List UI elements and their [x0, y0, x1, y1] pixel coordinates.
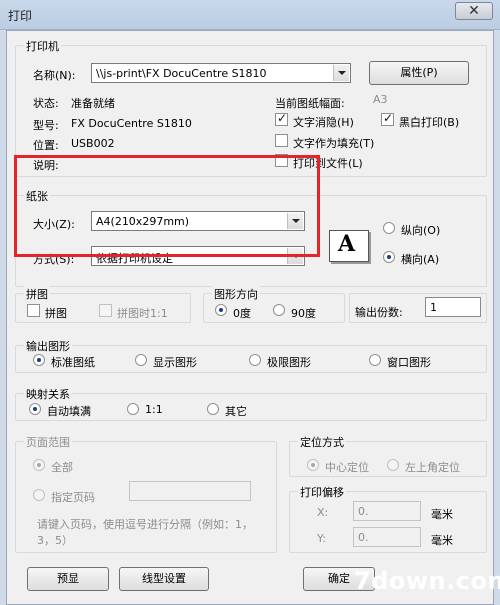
position-topleft-radio[interactable]: [387, 459, 399, 471]
tile-ratio-checkbox[interactable]: [99, 304, 112, 317]
position-topleft-label: 左上角定位: [405, 461, 460, 474]
chevron-down-icon[interactable]: [333, 65, 349, 81]
paper-size-value: A3: [373, 93, 388, 106]
output-standard-radio[interactable]: [33, 354, 45, 366]
mapping-autofill-radio[interactable]: [29, 403, 41, 415]
output-group-label: 输出图形: [24, 338, 72, 354]
preview-button[interactable]: 预显: [27, 567, 109, 591]
dialog-body: 打印机 名称(N): \\js-print\FX DocuCentre S181…: [6, 30, 494, 605]
page-range-input[interactable]: [129, 481, 251, 501]
printer-name-select[interactable]: \\js-print\FX DocuCentre S1810: [91, 63, 351, 83]
portrait-radio[interactable]: [383, 222, 395, 234]
position-center-radio[interactable]: [307, 459, 319, 471]
bw-print-checkbox[interactable]: [381, 111, 394, 126]
line-settings-button[interactable]: 线型设置: [119, 567, 209, 591]
page-range-all-radio[interactable]: [33, 459, 45, 471]
page-range-specific-radio[interactable]: [33, 489, 45, 501]
text-hidden-checkbox[interactable]: [275, 111, 288, 126]
copies-input[interactable]: 1: [425, 297, 481, 317]
window-title: 打印: [8, 9, 33, 23]
mapping-autofill-label: 自动填满: [47, 405, 91, 418]
position-center-label: 中心定位: [325, 461, 369, 474]
copies-value: 1: [430, 301, 437, 314]
location-label: 位置:: [33, 139, 59, 152]
text-fill-label: 文字作为填充(T): [293, 137, 375, 150]
page-range-specific-label: 指定页码: [51, 491, 95, 504]
close-button[interactable]: ✕: [455, 2, 493, 20]
offset-x-value: 0.: [358, 505, 369, 518]
mapping-other-radio[interactable]: [207, 403, 219, 415]
orientation-preview-icon: A: [329, 230, 369, 262]
printer-name-value: \\js-print\FX DocuCentre S1810: [96, 67, 267, 80]
offset-group-label: 打印偏移: [298, 484, 346, 500]
output-window-radio[interactable]: [369, 354, 381, 366]
deg0-label: 0度: [233, 307, 251, 320]
mapping-1to1-radio[interactable]: [127, 403, 139, 415]
printer-group-label: 打印机: [24, 38, 61, 54]
tile-label: 拼图: [45, 307, 67, 320]
offset-y-input[interactable]: 0.: [353, 527, 421, 547]
mapping-group-label: 映射关系: [24, 386, 72, 402]
text-hidden-label: 文字消隐(H): [293, 116, 354, 129]
properties-button[interactable]: 属性(P): [369, 61, 469, 85]
position-group-label: 定位方式: [298, 434, 346, 450]
offset-x-label: X:: [317, 506, 329, 519]
output-standard-label: 标准图纸: [51, 356, 95, 369]
output-limits-label: 极限图形: [267, 356, 311, 369]
offset-y-unit: 毫米: [431, 534, 453, 547]
page-range-group-label: 页面范围: [24, 434, 72, 450]
page-range-all-label: 全部: [51, 461, 73, 474]
offset-x-input[interactable]: 0.: [353, 501, 421, 521]
title-bar: 打印 ✕: [0, 0, 500, 30]
landscape-label: 横向(A): [401, 253, 440, 266]
tile-checkbox[interactable]: [27, 304, 40, 317]
text-fill-checkbox[interactable]: [275, 134, 288, 147]
offset-y-label: Y:: [317, 532, 326, 545]
tiling-group-label: 拼图: [24, 286, 50, 302]
deg90-label: 90度: [291, 307, 316, 320]
highlight-box: [14, 155, 320, 257]
output-display-label: 显示图形: [153, 356, 197, 369]
deg90-radio[interactable]: [273, 304, 285, 316]
status-label: 状态:: [33, 97, 59, 110]
deg0-radio[interactable]: [215, 304, 227, 316]
landscape-radio[interactable]: [383, 251, 395, 263]
copies-label: 输出份数:: [355, 306, 403, 319]
output-window-label: 窗口图形: [387, 356, 431, 369]
offset-y-value: 0.: [358, 531, 369, 544]
output-display-radio[interactable]: [135, 354, 147, 366]
direction-group-label: 图形方向: [212, 286, 260, 302]
tile-ratio-label: 拼图时1:1: [117, 307, 168, 320]
bw-print-label: 黑白打印(B): [399, 116, 460, 129]
portrait-label: 纵向(O): [401, 224, 441, 237]
offset-x-unit: 毫米: [431, 508, 453, 521]
paper-size-label: 当前图纸幅面:: [275, 97, 345, 110]
mapping-1to1-label: 1:1: [145, 403, 163, 416]
status-value: 准备就绪: [71, 97, 115, 110]
page-range-hint: 请键入页码，使用逗号进行分隔（例如：1，3，5）: [37, 518, 253, 547]
printer-name-label: 名称(N):: [33, 69, 76, 82]
watermark-text: 7down.com: [354, 567, 500, 595]
orientation-letter: A: [338, 231, 356, 257]
output-limits-radio[interactable]: [249, 354, 261, 366]
mapping-other-label: 其它: [225, 405, 247, 418]
type-label: 型号:: [33, 119, 59, 132]
location-value: USB002: [71, 137, 115, 150]
type-value: FX DocuCentre S1810: [71, 117, 192, 130]
